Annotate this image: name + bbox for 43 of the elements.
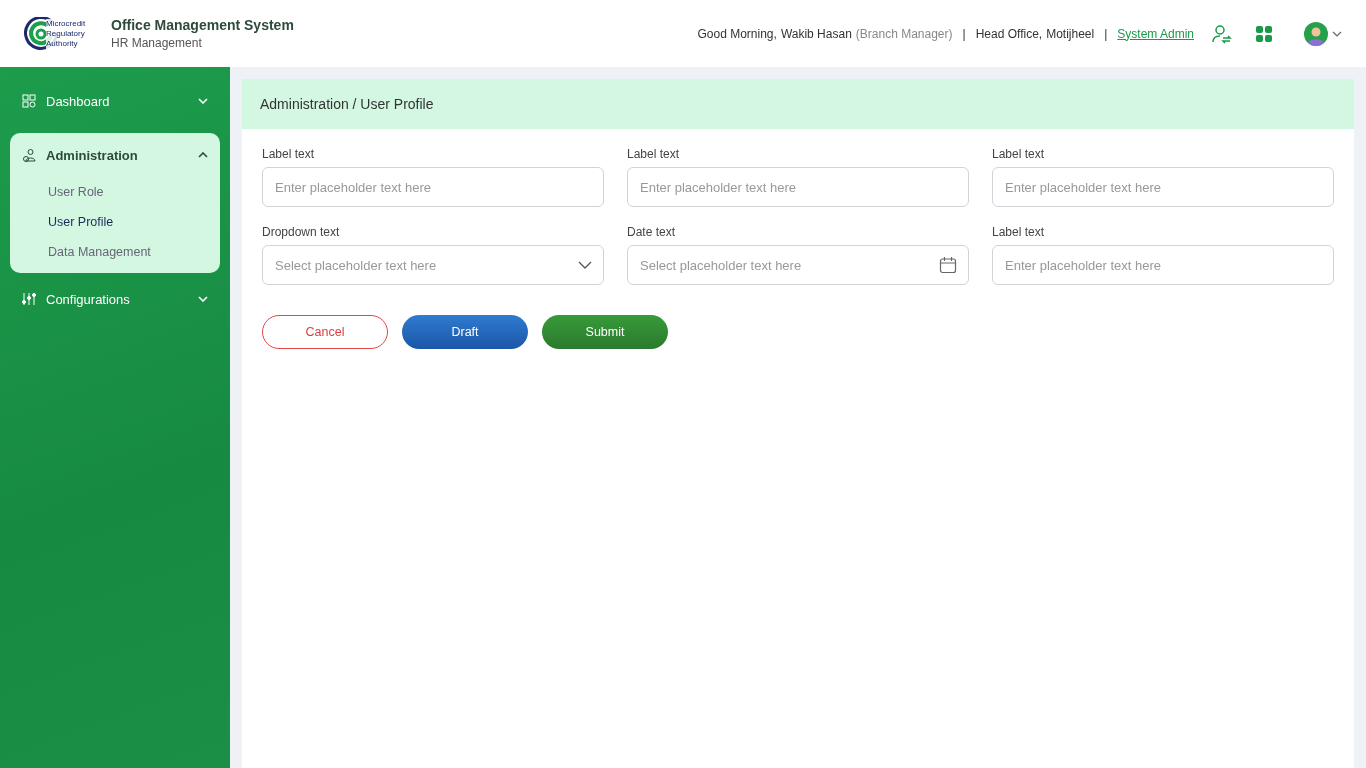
submenu-item[interactable]: Data Management	[10, 237, 220, 267]
field-label: Label text	[262, 147, 316, 161]
logo-text: Microcredit Regulatory Authority	[46, 18, 86, 49]
caret-icon[interactable]	[198, 152, 208, 158]
submenu-item[interactable]: User Role	[10, 177, 220, 207]
field-label: Dropdown text	[262, 225, 341, 239]
sidebar-item[interactable]: Dashboard	[10, 79, 220, 123]
sliders-icon	[22, 292, 36, 306]
field-label: Label text	[992, 147, 1046, 161]
field-label: Date text	[627, 225, 677, 239]
sidebar-item[interactable]: Administration	[10, 133, 220, 177]
cancel-button[interactable]: Cancel	[262, 315, 388, 349]
breadcrumb: Administration / User Profile	[242, 79, 1354, 129]
location-text: Motijheel	[1046, 26, 1095, 41]
separator: |	[1104, 26, 1108, 41]
field-label: Label text	[992, 225, 1046, 239]
apps-grid-icon[interactable]	[1256, 25, 1272, 42]
date-field[interactable]: Select placeholder text here	[627, 245, 969, 285]
draft-button[interactable]: Draft	[402, 315, 528, 349]
office-text: Head Office,	[975, 26, 1043, 41]
input-field[interactable]: Enter placeholder text here	[992, 245, 1334, 285]
dropdown-field[interactable]: Select placeholder text here	[262, 245, 604, 285]
input-field[interactable]: Enter placeholder text here	[992, 167, 1334, 207]
calendar-icon[interactable]	[939, 256, 957, 274]
submit-button[interactable]: Submit	[542, 315, 668, 349]
input-field[interactable]: Enter placeholder text here	[262, 167, 604, 207]
dashboard-grid-icon	[22, 94, 36, 108]
input-field[interactable]: Enter placeholder text here	[627, 167, 969, 207]
chevron-down-icon[interactable]	[578, 261, 592, 269]
caret-icon[interactable]	[1332, 30, 1342, 37]
switch-user-icon[interactable]	[1212, 23, 1232, 44]
avatar-icon[interactable]	[1304, 21, 1328, 46]
user-role: (Branch Manager)	[855, 26, 953, 41]
submenu-item[interactable]: User Profile	[10, 207, 220, 237]
users-icon	[22, 148, 36, 162]
app-subtitle: HR Management	[111, 36, 203, 50]
user-name: Wakib Hasan	[780, 26, 852, 41]
separator: |	[962, 26, 966, 41]
field-label: Label text	[627, 147, 681, 161]
greeting-text: Good Morning,	[697, 26, 777, 41]
app-title: Office Management System	[111, 17, 294, 33]
sidebar-item[interactable]: Configurations	[10, 277, 220, 321]
role-link[interactable]: System Admin	[1117, 26, 1194, 41]
